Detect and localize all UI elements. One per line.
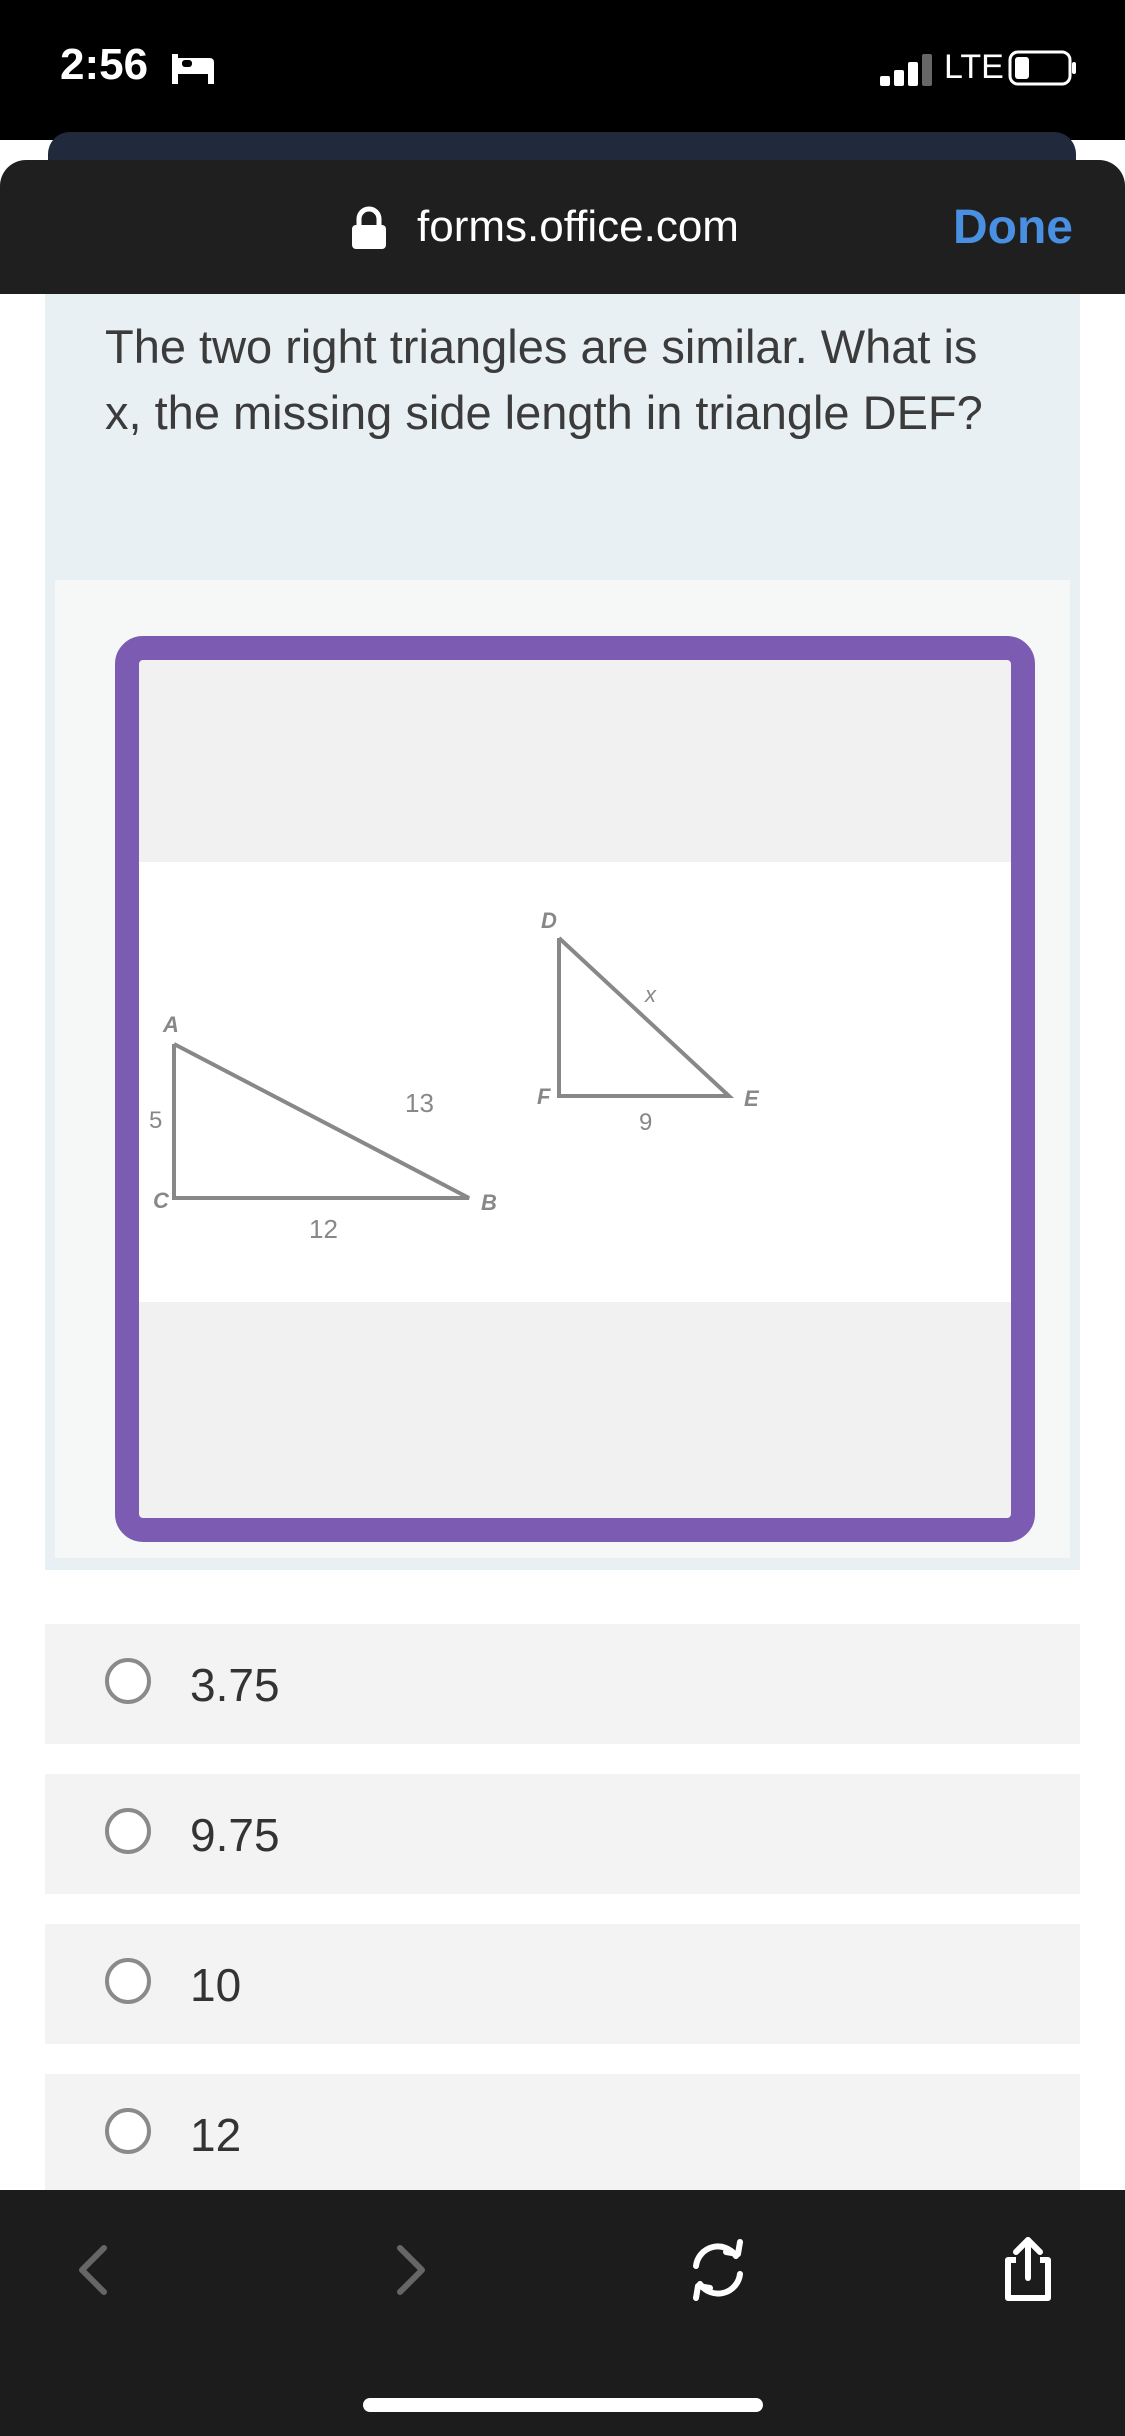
vertex-a-label: A: [162, 1012, 179, 1037]
option-4[interactable]: 12: [45, 2074, 1080, 2194]
triangle-def: [557, 936, 735, 1098]
side-de-label: x: [644, 982, 657, 1007]
battery-icon: [1008, 50, 1076, 86]
radio-button[interactable]: [105, 1958, 151, 2004]
network-label: LTE: [944, 48, 1004, 86]
vertex-c-label: C: [153, 1188, 170, 1213]
home-indicator[interactable]: [363, 2398, 763, 2412]
lock-icon: [352, 206, 386, 249]
option-label: 9.75: [190, 1809, 280, 1861]
status-bar: 2:56 LTE: [0, 0, 1125, 140]
signal-icon: [880, 54, 932, 86]
side-fe-label: 9: [639, 1109, 652, 1136]
radio-button[interactable]: [105, 1658, 151, 1704]
option-2[interactable]: 9.75: [45, 1774, 1080, 1894]
triangles-diagram: A B C 5 13 12 D E F x 9: [149, 908, 760, 1244]
vertex-d-label: D: [541, 908, 557, 933]
option-label: 12: [190, 2109, 242, 2161]
question-text: The two right triangles are similar. Wha…: [105, 320, 983, 439]
browser-header: forms.office.com Done: [0, 160, 1125, 294]
share-icon[interactable]: [988, 2230, 1068, 2310]
refresh-icon[interactable]: [678, 2230, 758, 2310]
question-image-panel: A B C 5 13 12 D E F x 9: [55, 580, 1070, 1558]
radio-button[interactable]: [105, 2108, 151, 2154]
status-time: 2:56: [60, 40, 149, 89]
back-icon[interactable]: [54, 2230, 134, 2310]
vertex-b-label: B: [481, 1190, 497, 1215]
radio-button[interactable]: [105, 1808, 151, 1854]
question-card: The two right triangles are similar. Wha…: [45, 294, 1080, 1570]
bed-icon: [172, 54, 214, 84]
forward-icon[interactable]: [370, 2230, 450, 2310]
option-label: 3.75: [190, 1659, 280, 1711]
side-ac-label: 5: [149, 1107, 162, 1134]
url-text[interactable]: forms.office.com: [417, 202, 739, 252]
option-label: 10: [190, 1959, 242, 2011]
vertex-e-label: E: [744, 1086, 760, 1111]
side-cb-label: 12: [309, 1214, 338, 1244]
triangle-abc: [172, 1042, 470, 1200]
side-ab-label: 13: [405, 1088, 434, 1118]
option-3[interactable]: 10: [45, 1924, 1080, 2044]
done-button[interactable]: Done: [953, 200, 1073, 255]
option-1[interactable]: 3.75: [45, 1624, 1080, 1744]
triangle-figure: A B C 5 13 12 D E F x 9: [115, 636, 1035, 1542]
vertex-f-label: F: [537, 1084, 551, 1109]
